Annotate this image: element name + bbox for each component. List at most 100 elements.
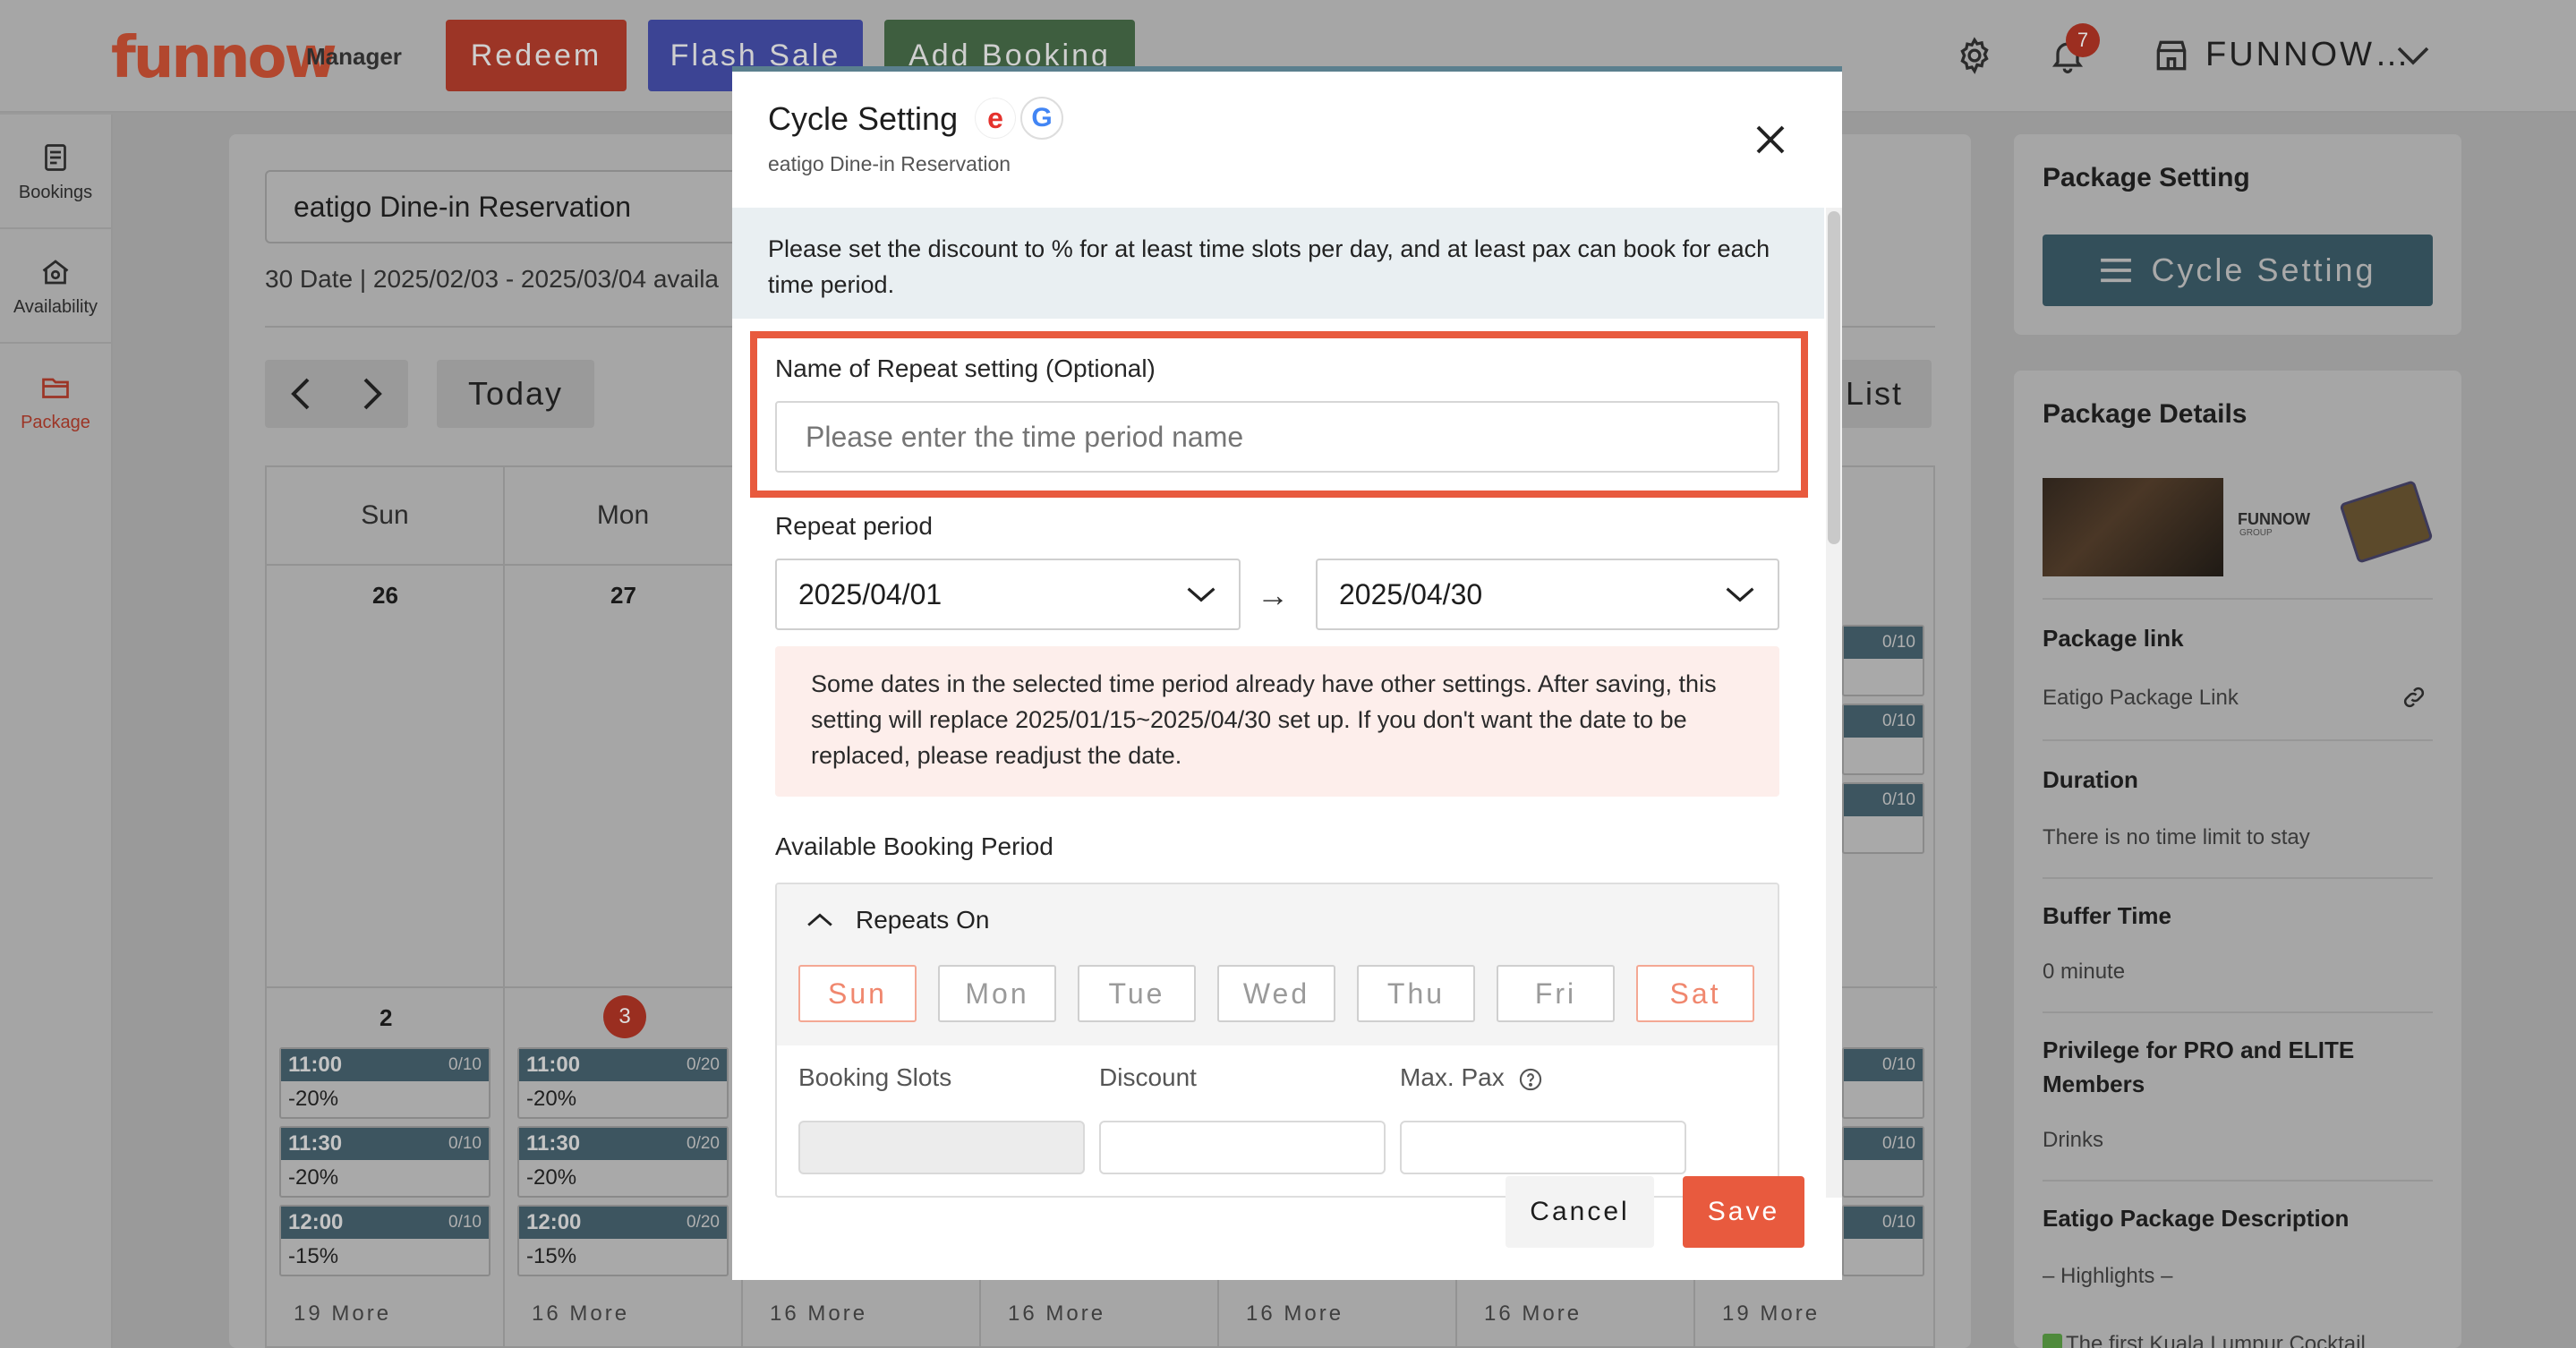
shop-name[interactable]: FUNNOW… bbox=[2205, 36, 2411, 74]
time-slot[interactable]: 11:00 0/10 -20% bbox=[279, 1047, 490, 1119]
help-icon[interactable] bbox=[1518, 1067, 1543, 1092]
time-slot[interactable]: 0/10 bbox=[1842, 782, 1924, 854]
booking-slot-select[interactable] bbox=[798, 1121, 1085, 1174]
privilege-label: Privilege for PRO and ELITE bbox=[2043, 1037, 2355, 1063]
duration-label: Duration bbox=[2043, 766, 2138, 793]
max-pax-input[interactable] bbox=[1400, 1121, 1686, 1174]
day-toggle-sun[interactable]: Sun bbox=[798, 965, 917, 1022]
slot-time: 12:00 bbox=[526, 1210, 582, 1234]
package-photo bbox=[2043, 478, 2223, 576]
package-link-value[interactable]: Eatigo Package Link bbox=[2043, 686, 2239, 711]
gear-icon[interactable] bbox=[1955, 36, 1994, 75]
day-toggle-mon[interactable]: Mon bbox=[938, 965, 1056, 1022]
more-link[interactable]: 19 More bbox=[294, 1301, 391, 1327]
chevron-down-icon[interactable] bbox=[2395, 45, 2431, 66]
time-slot[interactable]: 0/10 bbox=[1842, 625, 1924, 696]
time-slot[interactable]: 0/10 bbox=[1842, 1047, 1924, 1119]
discount-input[interactable] bbox=[1099, 1121, 1386, 1174]
calendar-day[interactable]: 27 bbox=[610, 582, 636, 610]
time-slot[interactable]: 12:00 0/20 -15% bbox=[517, 1205, 729, 1276]
date-range-info: 30 Date | 2025/02/03 - 2025/03/04 availa bbox=[265, 265, 719, 293]
day-toggle-thu[interactable]: Thu bbox=[1357, 965, 1475, 1022]
buffer-time-label: Buffer Time bbox=[2043, 902, 2171, 929]
slot-discount: -15% bbox=[288, 1244, 339, 1268]
divider bbox=[2043, 598, 2433, 600]
modal-title: Cycle Setting bbox=[768, 100, 959, 137]
more-link[interactable]: 19 More bbox=[1722, 1301, 1820, 1327]
chevron-right-icon[interactable] bbox=[360, 376, 385, 412]
sidebar-item-bookings[interactable]: Bookings bbox=[0, 116, 111, 229]
more-link[interactable]: 16 More bbox=[532, 1301, 629, 1327]
package-select[interactable]: eatigo Dine-in Reservation bbox=[265, 170, 766, 243]
package-setting-title: Package Setting bbox=[2043, 163, 2250, 192]
today-marker[interactable]: 3 bbox=[603, 995, 646, 1038]
link-icon[interactable] bbox=[2401, 684, 2427, 711]
scrollbar-thumb[interactable] bbox=[1828, 211, 1840, 544]
day-toggle-sat[interactable]: Sat bbox=[1636, 965, 1754, 1022]
time-slot[interactable]: 0/10 bbox=[1842, 1126, 1924, 1198]
calendar-day[interactable]: 2 bbox=[380, 1004, 392, 1032]
time-slot[interactable]: 11:30 0/20 -20% bbox=[517, 1126, 729, 1198]
more-link[interactable]: 16 More bbox=[1484, 1301, 1582, 1327]
slot-count: 0/10 bbox=[1882, 712, 1915, 730]
slot-discount: -15% bbox=[526, 1244, 577, 1268]
end-date-select[interactable]: 2025/04/30 bbox=[1316, 559, 1779, 630]
check-icon bbox=[2043, 1334, 2062, 1348]
slot-time: 11:30 bbox=[526, 1131, 581, 1156]
more-link[interactable]: 16 More bbox=[770, 1301, 867, 1327]
slot-count: 0/20 bbox=[687, 1213, 720, 1232]
sidebar-item-availability[interactable]: Availability bbox=[0, 231, 111, 344]
booking-slots-header: Booking Slots bbox=[798, 1063, 952, 1091]
day-toggle-wed[interactable]: Wed bbox=[1217, 965, 1335, 1022]
chevron-up-icon[interactable] bbox=[806, 911, 834, 929]
sidebar-item-label: Package bbox=[21, 412, 90, 432]
store-icon[interactable] bbox=[2152, 36, 2191, 75]
redeem-button[interactable]: Redeem bbox=[446, 20, 627, 91]
repeats-on-label[interactable]: Repeats On bbox=[856, 906, 989, 934]
slot-count: 0/20 bbox=[687, 1055, 720, 1074]
calendar-nav bbox=[265, 360, 408, 428]
chevron-left-icon[interactable] bbox=[288, 376, 313, 412]
time-slot[interactable]: 12:00 0/10 -15% bbox=[279, 1205, 490, 1276]
weekday-header: Mon bbox=[505, 467, 743, 566]
repeat-name-input[interactable] bbox=[775, 401, 1779, 473]
divider bbox=[2043, 1011, 2433, 1013]
time-slot[interactable]: 0/10 bbox=[1842, 1205, 1924, 1276]
slot-count: 0/10 bbox=[1882, 1134, 1915, 1153]
buffer-time-value: 0 minute bbox=[2043, 960, 2126, 984]
eatigo-logo-icon: e bbox=[976, 98, 1015, 138]
chevron-down-icon bbox=[1726, 587, 1754, 602]
description-text: The first Kuala Lumpur Cocktail bbox=[2066, 1332, 2366, 1348]
description-label: Eatigo Package Description bbox=[2043, 1205, 2350, 1232]
day-toggle-fri[interactable]: Fri bbox=[1497, 965, 1615, 1022]
today-button[interactable]: Today bbox=[437, 360, 594, 428]
max-pax-header: Max. Pax bbox=[1400, 1063, 1505, 1091]
divider bbox=[2043, 877, 2433, 879]
package-details-title: Package Details bbox=[2043, 399, 2248, 429]
time-slot[interactable]: 11:30 0/10 -20% bbox=[279, 1126, 490, 1198]
time-slot[interactable]: 11:00 0/20 -20% bbox=[517, 1047, 729, 1119]
brand-text: FUNNOW bbox=[2238, 510, 2310, 528]
package-link-label: Package link bbox=[2043, 625, 2184, 652]
time-slot[interactable]: 0/10 bbox=[1842, 704, 1924, 775]
more-link[interactable]: 16 More bbox=[1008, 1301, 1105, 1327]
calendar-day[interactable]: 26 bbox=[372, 582, 398, 610]
description-value: – Highlights – bbox=[2043, 1264, 2173, 1288]
slot-count: 0/10 bbox=[1882, 1213, 1915, 1232]
cycle-setting-button[interactable]: Cycle Setting bbox=[2043, 235, 2433, 306]
privilege-value: Drinks bbox=[2043, 1128, 2104, 1152]
close-icon[interactable] bbox=[1753, 122, 1788, 158]
day-toggle-tue[interactable]: Tue bbox=[1078, 965, 1196, 1022]
funnow-logo[interactable]: funnow bbox=[111, 25, 337, 91]
more-link[interactable]: 16 More bbox=[1246, 1301, 1343, 1327]
menu-icon bbox=[2101, 258, 2132, 283]
sidebar-item-package[interactable]: Package bbox=[0, 346, 111, 458]
save-button[interactable]: Save bbox=[1683, 1176, 1804, 1248]
start-date-select[interactable]: 2025/04/01 bbox=[775, 559, 1241, 630]
slot-discount: -20% bbox=[288, 1087, 339, 1111]
slot-count: 0/10 bbox=[448, 1055, 482, 1074]
available-period-label: Available Booking Period bbox=[775, 832, 1053, 860]
cancel-button[interactable]: Cancel bbox=[1506, 1176, 1654, 1248]
folder-icon bbox=[42, 378, 69, 398]
duration-value: There is no time limit to stay bbox=[2043, 825, 2310, 849]
